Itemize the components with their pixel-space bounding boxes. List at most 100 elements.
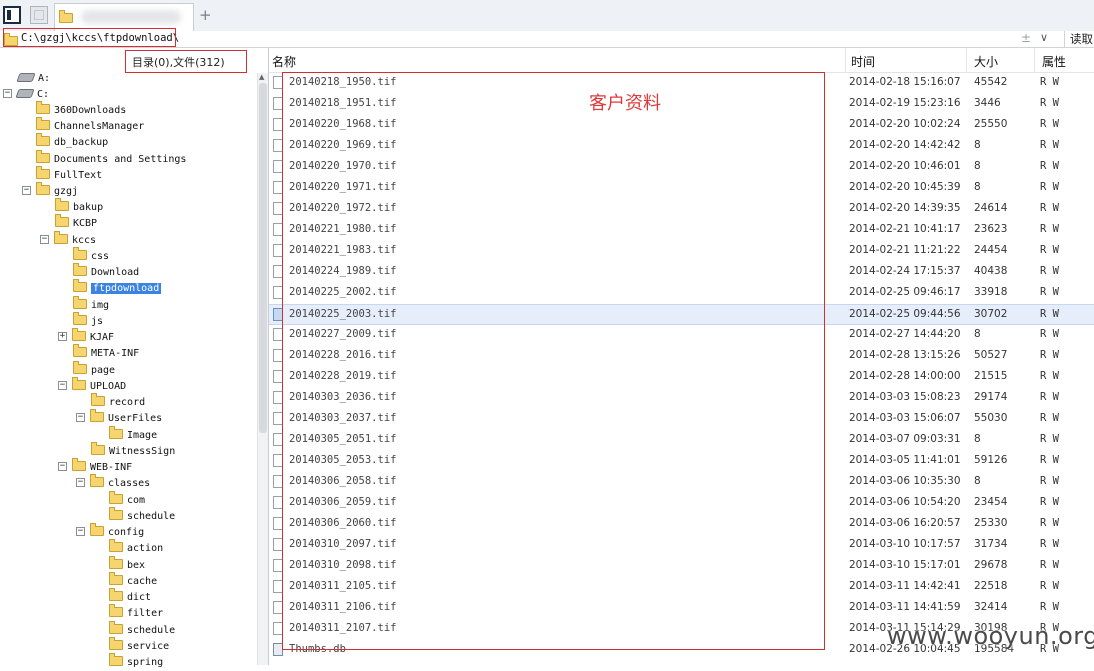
collapse-icon[interactable]: −	[58, 380, 67, 390]
file-attr: R W	[1040, 538, 1059, 550]
tree-item[interactable]: action	[109, 539, 163, 557]
tree-item[interactable]: page	[73, 361, 115, 379]
plus-minus-icon[interactable]: ±	[1021, 31, 1031, 45]
file-icon	[273, 622, 283, 635]
collapse-icon[interactable]: −	[76, 526, 85, 536]
tree-item[interactable]: ChannelsManager	[36, 117, 144, 135]
tree-item[interactable]: − gzgj	[22, 182, 78, 200]
tree-item[interactable]: − UserFiles	[76, 409, 162, 427]
file-row[interactable]: 20140221_1980.tif 2014-02-21 10:41:17 2362…	[269, 220, 1094, 241]
tree-item[interactable]: META-INF	[73, 344, 139, 362]
tree-item[interactable]: − classes	[76, 474, 150, 492]
file-row[interactable]: 20140225_2002.tif 2014-02-25 09:46:17 3391…	[269, 283, 1094, 304]
file-row[interactable]: 20140220_1972.tif 2014-02-20 14:39:35 2461…	[269, 199, 1094, 220]
file-row[interactable]: 20140225_2003.tif 2014-02-25 09:44:56 3070…	[269, 304, 1094, 325]
file-row[interactable]: 20140218_1951.tif 2014-02-19 15:23:16 3446…	[269, 94, 1094, 115]
tree-item[interactable]: − C:	[3, 87, 49, 103]
tree-item[interactable]: ftpdownload	[73, 279, 162, 297]
tree-item[interactable]: A:	[16, 71, 50, 87]
file-row[interactable]: 20140228_2016.tif 2014-02-28 13:15:26 5052…	[269, 346, 1094, 367]
file-name: Thumbs.db	[289, 643, 346, 655]
scrollbar-thumb[interactable]	[259, 83, 267, 433]
file-attr: R W	[1040, 181, 1059, 193]
file-row[interactable]: 20140227_2009.tif 2014-02-27 14:44:20 8 R W	[269, 325, 1094, 346]
file-row[interactable]: 20140306_2059.tif 2014-03-06 10:54:20 2345…	[269, 493, 1094, 514]
tree-item[interactable]: Documents and Settings	[36, 150, 186, 168]
file-row[interactable]: 20140311_2105.tif 2014-03-11 14:42:41 2251…	[269, 577, 1094, 598]
file-attr: R W	[1040, 433, 1059, 445]
add-tab-button[interactable]: +	[199, 6, 212, 24]
collapse-icon[interactable]: −	[76, 477, 85, 487]
file-row[interactable]: 20140311_2106.tif 2014-03-11 14:41:59 3241…	[269, 598, 1094, 619]
tree-item[interactable]: db_backup	[36, 133, 108, 151]
file-row[interactable]: 20140220_1968.tif 2014-02-20 10:02:24 2555…	[269, 115, 1094, 136]
file-row[interactable]: 20140310_2098.tif 2014-03-10 15:17:01 2967…	[269, 556, 1094, 577]
file-row[interactable]: 20140220_1969.tif 2014-02-20 14:42:42 8 R W	[269, 136, 1094, 157]
file-row[interactable]: 20140303_2036.tif 2014-03-03 15:08:23 2917…	[269, 388, 1094, 409]
collapse-icon[interactable]: −	[22, 185, 31, 195]
file-row[interactable]: 20140218_1950.tif 2014-02-18 15:16:07 4554…	[269, 73, 1094, 94]
file-row[interactable]: 20140224_1989.tif 2014-02-24 17:15:37 4043…	[269, 262, 1094, 283]
column-divider[interactable]	[845, 48, 846, 72]
collapse-icon[interactable]: −	[58, 461, 67, 471]
tree-scrollbar[interactable]: ▲	[257, 73, 268, 665]
tree-item[interactable]: cache	[109, 572, 157, 590]
tree-item[interactable]: dict	[109, 588, 151, 606]
folder-icon	[73, 296, 87, 309]
chevron-down-icon[interactable]: ∨	[1040, 31, 1048, 44]
tree-item[interactable]: bakup	[55, 198, 103, 216]
tree-item[interactable]: spring	[109, 653, 163, 671]
scroll-up-icon[interactable]: ▲	[259, 73, 264, 81]
file-row[interactable]: 20140221_1983.tif 2014-02-21 11:21:22 2445…	[269, 241, 1094, 262]
folder-icon	[109, 572, 123, 585]
tree-item[interactable]: Image	[109, 426, 157, 444]
file-row[interactable]: 20140220_1970.tif 2014-02-20 10:46:01 8 R W	[269, 157, 1094, 178]
tree-item[interactable]: record	[91, 393, 145, 411]
tree-item[interactable]: 360Downloads	[36, 101, 126, 119]
panel-layout-icon[interactable]	[3, 6, 21, 24]
collapse-icon[interactable]: −	[3, 88, 12, 98]
file-row[interactable]: 20140228_2019.tif 2014-02-28 14:00:00 2151…	[269, 367, 1094, 388]
blank-tab-icon[interactable]	[30, 6, 48, 24]
column-divider[interactable]	[966, 48, 967, 72]
file-icon	[273, 76, 283, 89]
tree-item[interactable]: filter	[109, 604, 163, 622]
read-button[interactable]: 读取	[1064, 31, 1094, 49]
folder-icon	[59, 10, 73, 23]
tree-item[interactable]: KCBP	[55, 214, 97, 232]
file-row[interactable]: 20140305_2053.tif 2014-03-05 11:41:01 5912…	[269, 451, 1094, 472]
column-time[interactable]: 时间	[851, 53, 875, 70]
column-attr[interactable]: 属性	[1042, 53, 1066, 70]
tree-item[interactable]: FullText	[36, 166, 102, 184]
collapse-icon[interactable]: −	[40, 234, 49, 244]
folder-icon	[36, 182, 50, 195]
tree-item[interactable]: − kccs	[40, 231, 96, 249]
drive-icon	[15, 88, 35, 98]
file-attr: R W	[1040, 308, 1059, 320]
file-row[interactable]: 20140306_2058.tif 2014-03-06 10:35:30 8 R W	[269, 472, 1094, 493]
tree-item[interactable]: Download	[73, 263, 139, 281]
tree-item[interactable]: service	[109, 637, 169, 655]
folder-icon	[55, 214, 69, 227]
folder-icon	[72, 377, 86, 390]
file-row[interactable]: 20140305_2051.tif 2014-03-07 09:03:31 8 R W	[269, 430, 1094, 451]
tree-item-label: css	[91, 251, 110, 262]
file-row[interactable]: 20140220_1971.tif 2014-02-20 10:45:39 8 R W	[269, 178, 1094, 199]
column-size[interactable]: 大小	[974, 53, 998, 70]
column-name[interactable]: 名称	[272, 53, 296, 70]
file-size: 33918	[974, 286, 1008, 298]
file-row[interactable]: 20140310_2097.tif 2014-03-10 10:17:57 3173…	[269, 535, 1094, 556]
active-tab[interactable]	[54, 3, 194, 31]
column-divider[interactable]	[1034, 48, 1035, 72]
tree-item[interactable]: + KJAF	[58, 328, 114, 346]
tree-item[interactable]: schedule	[109, 621, 175, 639]
file-size: 8	[974, 433, 981, 445]
tree-item[interactable]: schedule	[109, 507, 175, 525]
expand-icon[interactable]: +	[58, 331, 67, 341]
file-row[interactable]: 20140306_2060.tif 2014-03-06 16:20:57 2533…	[269, 514, 1094, 535]
file-row[interactable]: 20140303_2037.tif 2014-03-03 15:06:07 5503…	[269, 409, 1094, 430]
dir-count-label: 目录(0),文件(312)	[125, 50, 247, 73]
collapse-icon[interactable]: −	[76, 412, 85, 422]
file-icon	[273, 328, 283, 341]
tree-item[interactable]: WitnessSign	[91, 442, 175, 460]
